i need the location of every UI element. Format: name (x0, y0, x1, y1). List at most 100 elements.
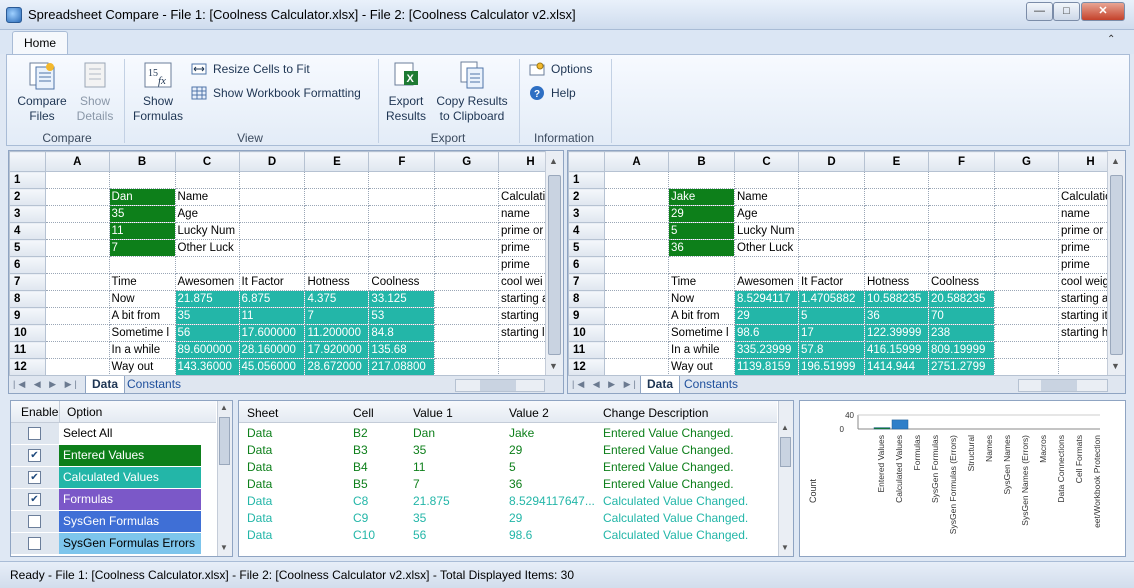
grid-cell[interactable] (109, 256, 176, 274)
grid-cell[interactable]: 57.8 (798, 341, 865, 359)
row-header[interactable]: 2 (568, 188, 605, 206)
grid-cell[interactable] (864, 239, 929, 257)
grid-cell[interactable]: 28.672000 (304, 358, 370, 376)
change-row[interactable]: Data C8 21.875 8.5294117647... Calculated Va… (239, 494, 777, 511)
vertical-scrollbar[interactable]: ▲ ▼ (545, 151, 563, 375)
grid-cell[interactable] (368, 188, 436, 206)
grid-cell[interactable] (994, 222, 1059, 240)
grid-cell[interactable] (368, 205, 436, 223)
grid-cell[interactable] (45, 290, 110, 308)
option-checkbox[interactable] (28, 427, 41, 440)
sheet-tab-constants[interactable]: Constants (121, 376, 187, 393)
scroll-down-icon[interactable]: ▼ (1111, 361, 1120, 371)
grid-cell[interactable] (994, 290, 1059, 308)
grid-cell[interactable]: A bit from (668, 307, 735, 325)
grid-cell[interactable]: 335.23999 (734, 341, 799, 359)
grid-cell[interactable] (798, 171, 865, 189)
scroll-down-icon[interactable]: ▼ (220, 543, 228, 552)
compare-files-button[interactable]: Compare Files (13, 59, 71, 124)
column-header[interactable]: F (368, 151, 436, 172)
grid-cell[interactable] (864, 188, 929, 206)
grid-cell[interactable]: Coolness (928, 273, 995, 291)
horizontal-scrollbar[interactable] (455, 379, 545, 392)
grid-cell[interactable] (604, 222, 669, 240)
grid-cell[interactable]: 2751.2799 (928, 358, 995, 376)
grid-cell[interactable] (604, 205, 669, 223)
column-header[interactable]: F (928, 151, 995, 172)
grid-cell[interactable]: Other Luck (734, 239, 799, 257)
grid-cell[interactable]: 6.875 (239, 290, 306, 308)
export-results-button[interactable]: X Export Results (383, 59, 429, 124)
grid-cell[interactable]: 122.39999 (864, 324, 929, 342)
scroll-down-icon[interactable]: ▼ (781, 543, 789, 552)
grid-cell[interactable] (604, 256, 669, 274)
grid-cell[interactable] (304, 222, 370, 240)
grid-cell[interactable] (734, 171, 799, 189)
grid-cell[interactable]: 11.200000 (304, 324, 370, 342)
grid-cell[interactable] (434, 239, 500, 257)
close-button[interactable]: ✕ (1081, 2, 1125, 21)
grid-cell[interactable]: Hotness (864, 273, 929, 291)
option-label[interactable]: Select All (59, 423, 201, 444)
grid-cell[interactable]: Time (668, 273, 735, 291)
grid-cell[interactable] (45, 307, 110, 325)
show-workbook-formatting-button[interactable]: Show Workbook Formatting (191, 85, 361, 101)
grid-cell[interactable] (304, 171, 370, 189)
grid-corner[interactable] (568, 151, 605, 172)
show-formulas-button[interactable]: 15 fx Show Formulas (131, 59, 185, 124)
option-row[interactable]: ✔ Formulas (11, 489, 216, 511)
grid-cell[interactable] (434, 188, 500, 206)
grid-cell[interactable] (994, 324, 1059, 342)
column-header[interactable]: E (864, 151, 929, 172)
grid-cell[interactable]: 70 (928, 307, 995, 325)
grid-cell[interactable] (864, 171, 929, 189)
grid-cell[interactable] (604, 324, 669, 342)
grid-cell[interactable]: Awesomen (734, 273, 799, 291)
grid-cell[interactable]: Lucky Num (734, 222, 799, 240)
sheet-tab-data[interactable]: Data (640, 376, 681, 393)
grid-cell[interactable] (604, 307, 669, 325)
grid-cell[interactable]: 1139.8159 (734, 358, 799, 376)
grid-cell[interactable]: 36 (864, 307, 929, 325)
change-row[interactable]: Data B5 7 36 Entered Value Changed. (239, 477, 777, 494)
vertical-scrollbar[interactable]: ▲ ▼ (1107, 151, 1125, 375)
row-header[interactable]: 12 (568, 358, 605, 376)
grid-cell[interactable] (864, 205, 929, 223)
grid-cell[interactable] (304, 239, 370, 257)
grid-cell[interactable] (928, 171, 995, 189)
row-header[interactable]: 5 (568, 239, 605, 257)
grid-cell[interactable] (604, 239, 669, 257)
resize-cells-button[interactable]: Resize Cells to Fit (191, 61, 310, 77)
grid-cell[interactable] (434, 171, 500, 189)
grid-cell[interactable] (928, 205, 995, 223)
hscroll-thumb[interactable] (1041, 380, 1077, 391)
row-header[interactable]: 3 (9, 205, 46, 223)
grid-cell[interactable]: Time (109, 273, 176, 291)
grid-cell[interactable]: Coolness (368, 273, 436, 291)
option-checkbox[interactable]: ✔ (28, 493, 41, 506)
grid-cell[interactable] (45, 188, 110, 206)
show-details-button[interactable]: Show Details (73, 59, 117, 124)
grid-cell[interactable] (864, 222, 929, 240)
grid-cell[interactable]: 53 (368, 307, 436, 325)
grid-cell[interactable]: 11 (109, 222, 176, 240)
scroll-thumb[interactable] (1110, 175, 1123, 355)
grid-cell[interactable] (604, 273, 669, 291)
grid-cell[interactable]: Awesomen (175, 273, 240, 291)
option-checkbox[interactable] (28, 515, 41, 528)
grid-cell[interactable] (304, 256, 370, 274)
row-header[interactable]: 9 (568, 307, 605, 325)
sheet-nav-arrows-icon[interactable]: |◀ ◀ ▶ ▶| (572, 379, 639, 390)
grid-cell[interactable]: It Factor (239, 273, 306, 291)
grid-cell[interactable]: 1414.944 (864, 358, 929, 376)
grid-cell[interactable] (994, 188, 1059, 206)
grid-cell[interactable] (434, 307, 500, 325)
grid-cell[interactable]: Dan (109, 188, 176, 206)
vertical-scrollbar[interactable]: ▲ ▼ (217, 401, 232, 556)
grid-cell[interactable] (798, 205, 865, 223)
option-label[interactable]: Calculated Values (59, 467, 201, 488)
column-header[interactable]: B (108, 151, 176, 172)
grid-cell[interactable]: Name (175, 188, 240, 206)
grid-cell[interactable] (45, 358, 110, 376)
grid-cell[interactable] (304, 205, 370, 223)
